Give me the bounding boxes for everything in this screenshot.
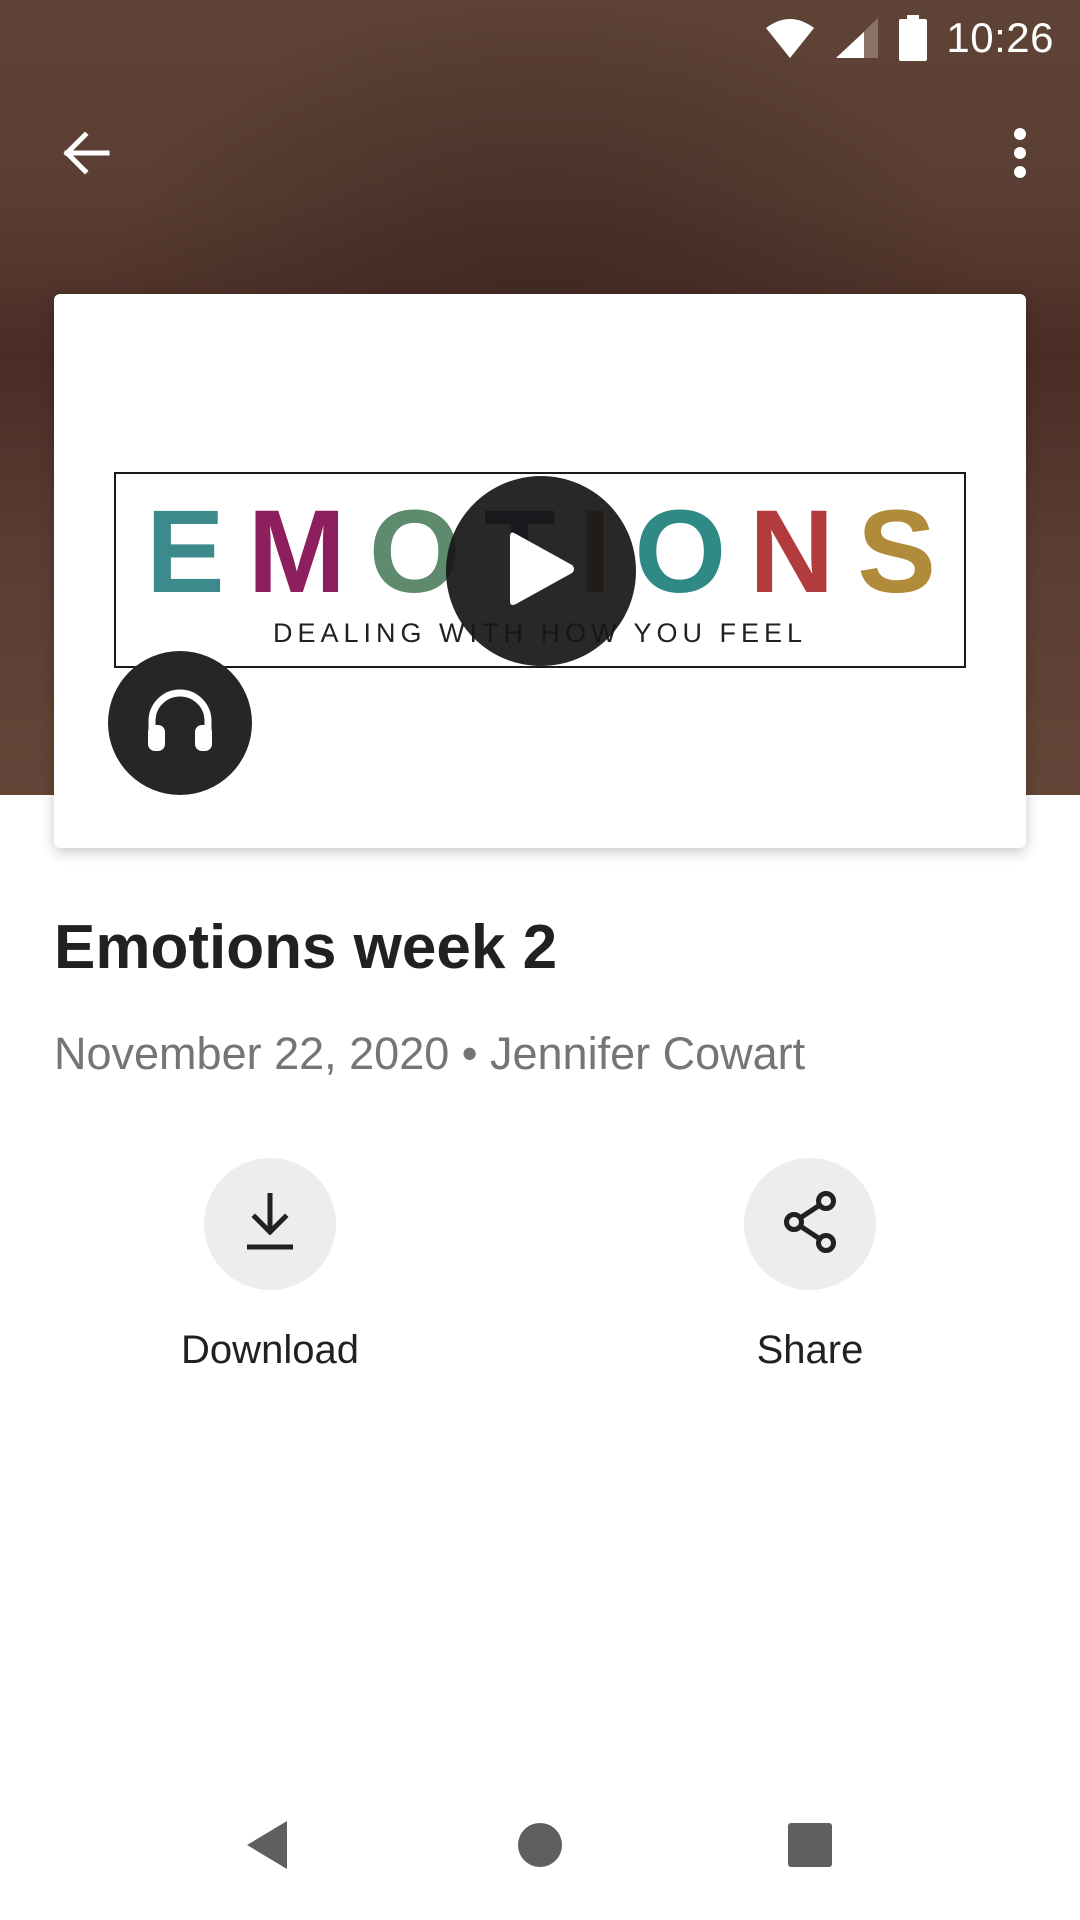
banner-letter: N [749,486,835,618]
status-time: 10:26 [946,13,1054,61]
play-button[interactable] [446,476,636,666]
system-nav-bar [0,1792,1080,1902]
nav-recents-button[interactable] [760,1792,860,1902]
battery-icon [898,14,928,61]
share-button[interactable]: Share [660,1158,960,1373]
headphones-icon [146,689,214,758]
banner-letter: O [634,486,727,618]
back-button[interactable] [40,115,130,195]
nav-home-icon [517,1822,563,1873]
download-label: Download [181,1328,359,1372]
nav-back-icon [243,1819,291,1876]
download-icon [245,1192,295,1256]
app-bar [0,100,1080,210]
nav-recents-icon [787,1822,833,1873]
share-icon [780,1190,840,1258]
share-circle[interactable] [744,1158,876,1290]
more-options-button[interactable] [980,115,1060,195]
status-bar: 10:26 [0,0,1080,75]
banner-letter: M [247,486,346,618]
episode-title: Emotions week 2 [54,913,558,982]
download-button[interactable]: Download [120,1158,420,1373]
banner-letter: S [857,486,936,618]
audio-button[interactable] [108,651,252,795]
download-circle[interactable] [204,1158,336,1290]
nav-back-button[interactable] [217,1792,317,1902]
banner-letter: E [146,486,225,618]
episode-detail-screen: 10:26 E M O O N S DEALING YOU FEEL Emoti… [0,0,1080,1920]
share-label: Share [756,1328,864,1372]
nav-home-button[interactable] [490,1792,590,1902]
play-icon [504,527,578,616]
cell-signal-icon [834,16,880,60]
more-vert-icon [1012,127,1028,184]
wifi-icon [764,16,816,60]
media-card[interactable]: E M O T I O N S DEALING WITH HOW YOU FEE… [54,294,1026,848]
arrow-back-icon [59,127,111,184]
episode-meta: November 22, 2020 • Jennifer Cowart [54,1028,806,1079]
